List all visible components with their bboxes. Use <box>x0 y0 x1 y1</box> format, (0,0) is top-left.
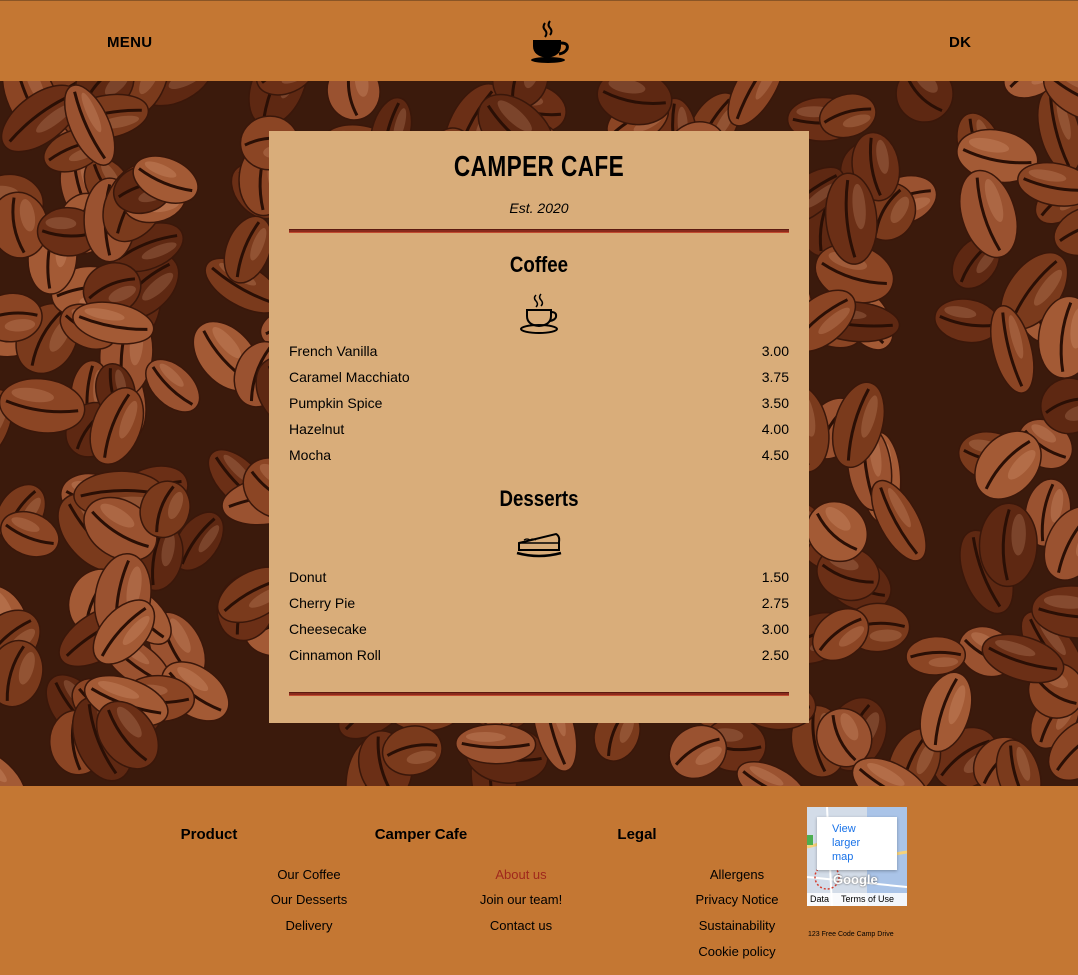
language-link[interactable]: DK <box>949 34 971 51</box>
address-text: 123 Free Code Camp Drive <box>808 931 894 938</box>
item-price: 3.00 <box>761 343 789 359</box>
coffee-bean <box>905 635 967 676</box>
item-name: Cheesecake <box>289 621 367 637</box>
item-price: 2.75 <box>761 595 789 611</box>
item-name: French Vanilla <box>289 343 378 359</box>
coffee-bean <box>895 81 954 123</box>
footer-link-delivery[interactable]: Delivery <box>209 918 409 933</box>
item-name: Cinnamon Roll <box>289 647 381 663</box>
menu-item: Donut 1.50 <box>289 569 789 589</box>
footer-heading: Camper Cafe <box>374 826 468 843</box>
menu-title: CAMPER CAFE <box>453 151 625 183</box>
menu-item: Mocha 4.50 <box>289 447 789 467</box>
coffee-bean <box>0 748 27 786</box>
menu-item: Hazelnut 4.00 <box>289 421 789 441</box>
google-logo: Google <box>833 872 878 887</box>
item-name: Hazelnut <box>289 421 345 437</box>
map-popup: View larger map <box>817 817 897 870</box>
item-price: 3.75 <box>761 369 789 385</box>
footer-link-join-team[interactable]: Join our team! <box>421 892 621 907</box>
item-name: Mocha <box>289 447 332 463</box>
coffee-cup-icon[interactable] <box>527 20 571 64</box>
coffee-cup-icon <box>520 293 558 334</box>
footer-link-cookie-policy[interactable]: Cookie policy <box>637 944 837 959</box>
section-title-coffee: Coffee <box>509 252 569 277</box>
footer-link-sustainability[interactable]: Sustainability <box>637 918 837 933</box>
item-price: 3.00 <box>761 621 789 637</box>
map-terms-link[interactable]: Terms of Use <box>841 893 894 906</box>
coffee-bean <box>978 502 1038 588</box>
section-title-desserts: Desserts <box>499 486 579 511</box>
item-price: 3.50 <box>761 395 789 411</box>
footer-link-our-coffee[interactable]: Our Coffee <box>209 867 409 882</box>
menu-item: Caramel Macchiato 3.75 <box>289 369 789 389</box>
menu-link[interactable]: MENU <box>107 34 152 51</box>
coffee-bean <box>326 81 381 121</box>
coffee-bean <box>455 723 537 765</box>
pie-icon <box>516 532 562 558</box>
map-data-link[interactable]: Data <box>810 893 829 906</box>
map-embed[interactable]: View larger map Google Data Terms of Use <box>807 807 907 906</box>
view-larger-map-link[interactable]: View larger map <box>832 822 882 864</box>
item-name: Cherry Pie <box>289 595 356 611</box>
menu-item: Cinnamon Roll 2.50 <box>289 647 789 667</box>
menu-card: CAMPER CAFE Est. 2020 Coffee French Vani… <box>269 131 809 723</box>
item-name: Donut <box>289 569 327 585</box>
menu-item: Cheesecake 3.00 <box>289 621 789 641</box>
item-name: Caramel Macchiato <box>289 369 410 385</box>
map-attribution: Data Terms of Use <box>807 893 907 906</box>
footer-heading: Legal <box>617 826 657 843</box>
footer-link-about-us[interactable]: About us <box>421 867 621 882</box>
item-price: 4.50 <box>761 447 789 463</box>
footer: Product Our Coffee Our Desserts Delivery… <box>0 786 1078 975</box>
item-price: 2.50 <box>761 647 789 663</box>
top-nav: MENU DK <box>0 0 1078 81</box>
coffee-bean <box>0 639 44 708</box>
item-name: Pumpkin Spice <box>289 395 383 411</box>
menu-item: Cherry Pie 2.75 <box>289 595 789 615</box>
item-price: 1.50 <box>761 569 789 585</box>
footer-link-contact-us[interactable]: Contact us <box>421 918 621 933</box>
divider <box>289 229 789 233</box>
divider <box>289 692 789 696</box>
footer-heading: Product <box>180 826 238 843</box>
footer-link-our-desserts[interactable]: Our Desserts <box>209 892 409 907</box>
item-price: 4.00 <box>761 421 789 437</box>
menu-item: Pumpkin Spice 3.50 <box>289 395 789 415</box>
established-text: Est. 2020 <box>509 200 569 216</box>
menu-item: French Vanilla 3.00 <box>289 343 789 363</box>
